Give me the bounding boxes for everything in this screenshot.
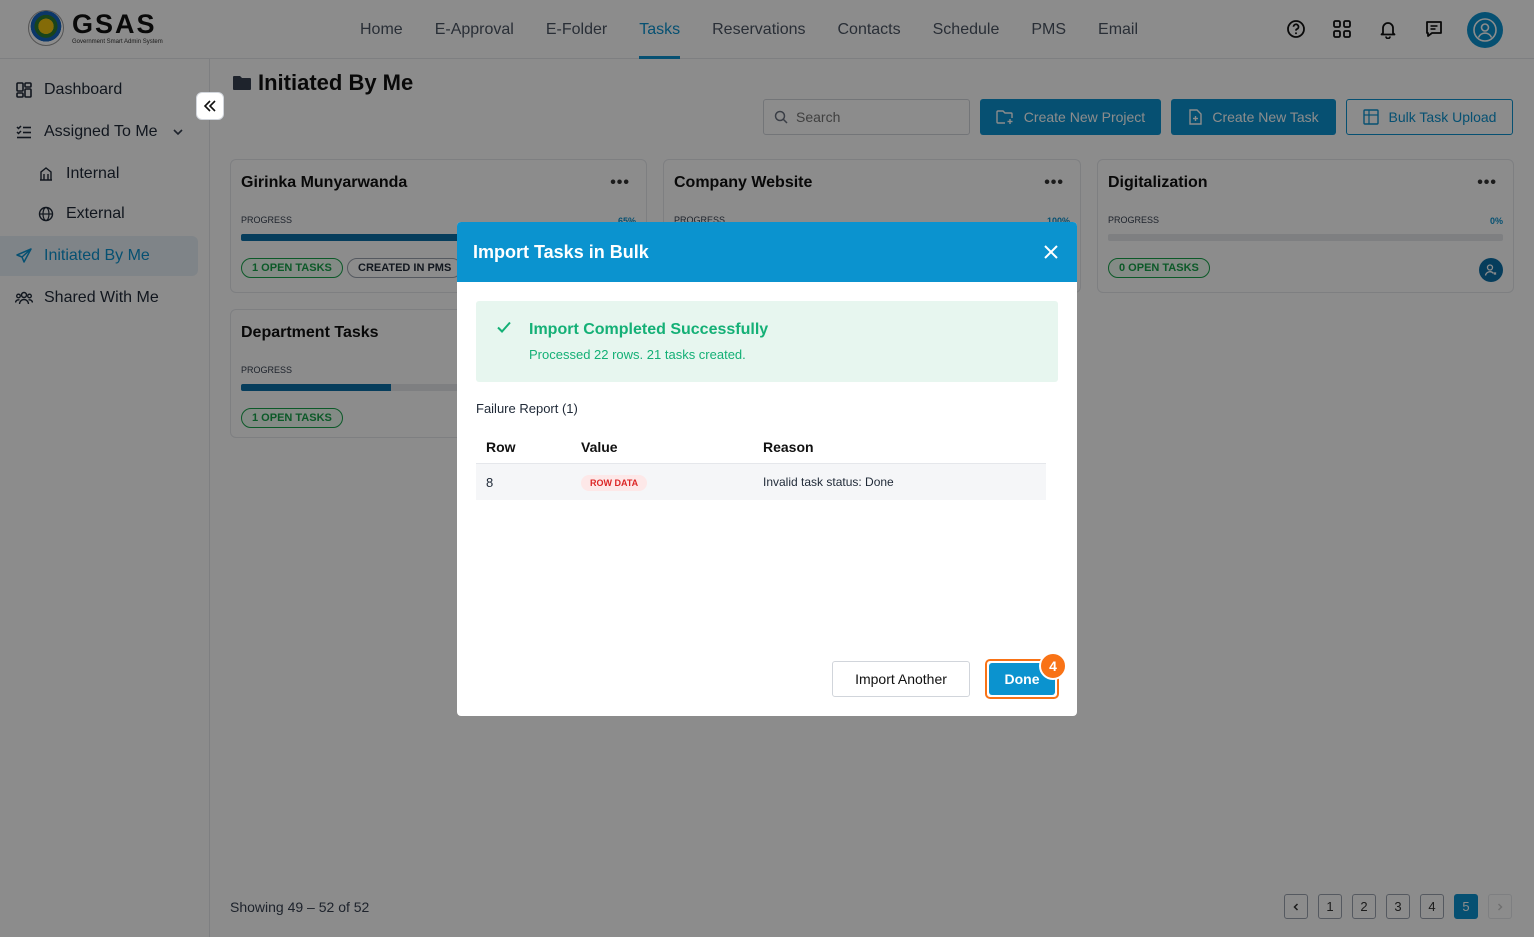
collapse-sidebar-button[interactable] — [196, 92, 224, 120]
failure-report-title: Failure Report (1) — [476, 401, 578, 416]
row-data-badge: ROW DATA — [581, 474, 648, 491]
close-icon[interactable] — [1041, 242, 1061, 262]
double-chevron-left-icon — [203, 100, 216, 112]
modal-header: Import Tasks in Bulk — [457, 222, 1077, 282]
success-title: Import Completed Successfully — [529, 321, 769, 338]
failure-table: Row Value Reason 8 ROW DATA Invalid task… — [476, 430, 1046, 500]
column-header-value: Value — [581, 438, 618, 455]
check-icon — [496, 319, 512, 340]
success-message: Processed 22 rows. 21 tasks created. — [529, 347, 746, 362]
success-alert: Import Completed Successfully Processed … — [476, 301, 1058, 382]
failure-reason: Invalid task status: Done — [763, 475, 894, 489]
step-number-badge: 4 — [1039, 652, 1067, 680]
import-modal: Import Tasks in Bulk Import Completed Su… — [457, 222, 1077, 716]
modal-title: Import Tasks in Bulk — [473, 241, 649, 262]
table-row: 8 ROW DATA Invalid task status: Done — [476, 464, 1046, 500]
column-header-reason: Reason — [763, 438, 814, 455]
table-header: Row Value Reason — [476, 430, 1046, 464]
import-another-button[interactable]: Import Another — [832, 661, 970, 697]
row-number: 8 — [486, 474, 494, 490]
column-header-row: Row — [486, 438, 516, 455]
